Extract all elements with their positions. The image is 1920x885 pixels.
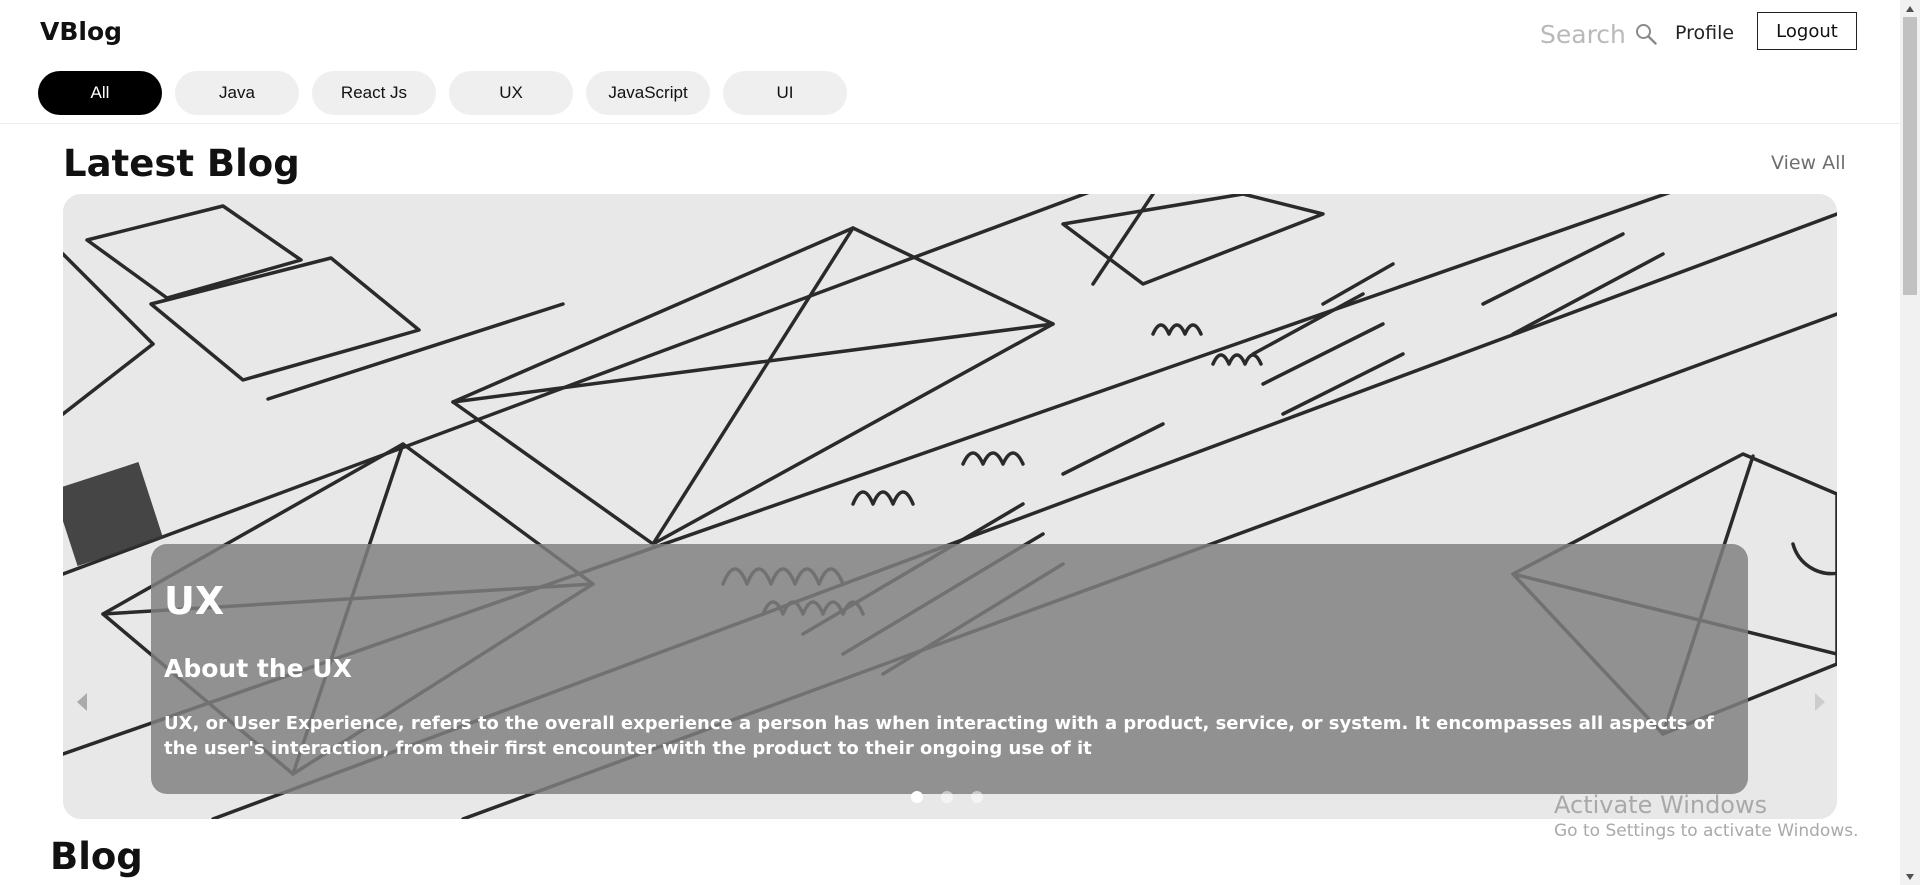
carousel-dot[interactable] [941,791,953,803]
blog-heading: Blog [50,835,143,878]
page-scrollbar[interactable] [1900,0,1920,885]
carousel-dot[interactable] [971,791,983,803]
activation-watermark: Activate Windows Go to Settings to activ… [1554,791,1859,843]
chevron-left-icon [77,693,87,711]
carousel-prev-button[interactable] [67,682,97,722]
carousel-next-button[interactable] [1805,682,1835,722]
category-chip[interactable]: Java [175,71,299,115]
page: VBlog Search Profile Logout All Java Rea… [0,0,1920,885]
chevron-up-icon [1906,5,1914,12]
slide-category: UX [164,579,225,623]
carousel-dot[interactable] [911,791,923,803]
logout-button[interactable]: Logout [1757,12,1857,50]
view-all-link[interactable]: View All [1771,152,1846,174]
brand-logo[interactable]: VBlog [40,17,122,46]
profile-link[interactable]: Profile [1675,22,1734,44]
search-placeholder[interactable]: Search [1540,20,1626,49]
chevron-down-icon [1906,873,1914,880]
latest-blog-heading: Latest Blog [63,142,300,185]
slide-title[interactable]: About the UX [164,655,1734,683]
category-filter: All Java React Js UX JavaScript UI [38,71,847,115]
category-chip[interactable]: All [38,71,162,115]
scroll-up-button[interactable] [1900,0,1920,17]
slide-caption: UX About the UX UX, or User Experience, … [151,544,1748,794]
category-chip[interactable]: JavaScript [586,71,710,115]
scroll-down-button[interactable] [1900,868,1920,885]
search-box[interactable]: Search [1540,18,1658,50]
category-chip[interactable]: React Js [312,71,436,115]
top-bar: VBlog Search Profile Logout All Java Rea… [0,0,1900,124]
category-chip[interactable]: UX [449,71,573,115]
search-icon[interactable] [1634,22,1658,46]
watermark-title: Activate Windows [1554,791,1768,819]
chevron-right-icon [1815,693,1825,711]
carousel-indicators [911,791,983,803]
scrollbar-thumb[interactable] [1903,17,1917,295]
slide-description: UX, or User Experience, refers to the ov… [164,712,1714,759]
category-chip[interactable]: UI [723,71,847,115]
watermark-subtitle: Go to Settings to activate Windows. [1554,821,1859,841]
latest-blog-carousel[interactable]: UX About the UX UX, or User Experience, … [63,194,1837,819]
